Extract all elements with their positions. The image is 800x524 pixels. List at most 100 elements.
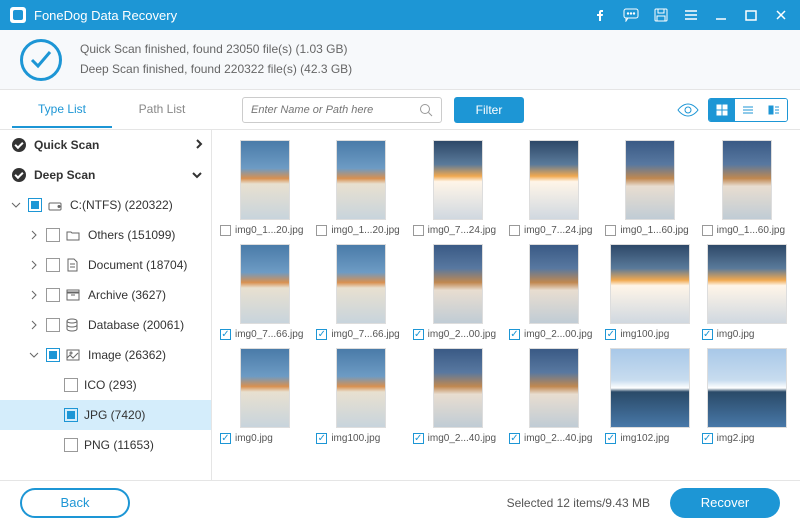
- thumbnail-image[interactable]: [707, 348, 787, 428]
- thumbnail-item[interactable]: img100.jpg: [316, 348, 406, 444]
- thumbnail-item[interactable]: img0_1...20.jpg: [316, 140, 406, 236]
- tree-archive[interactable]: Archive (3627): [0, 280, 211, 310]
- tree-png[interactable]: PNG (11653): [0, 430, 211, 460]
- grid-view-icon[interactable]: [709, 99, 735, 121]
- feedback-icon[interactable]: [622, 6, 640, 24]
- recover-button[interactable]: Recover: [670, 488, 780, 518]
- thumbnail-item[interactable]: img0_1...60.jpg: [702, 140, 792, 236]
- thumbnail-checkbox[interactable]: [413, 225, 424, 236]
- thumbnail-checkbox[interactable]: [316, 225, 327, 236]
- tree-database[interactable]: Database (20061): [0, 310, 211, 340]
- thumbnail-image[interactable]: [433, 140, 483, 220]
- thumbnail-checkbox[interactable]: [702, 329, 713, 340]
- tree-others[interactable]: Others (151099): [0, 220, 211, 250]
- thumbnail-checkbox[interactable]: [509, 433, 520, 444]
- checkbox-icon[interactable]: [46, 318, 60, 332]
- tree-image[interactable]: Image (26362): [0, 340, 211, 370]
- thumbnail-image[interactable]: [336, 140, 386, 220]
- thumbnail-image[interactable]: [336, 244, 386, 324]
- facebook-icon[interactable]: [592, 6, 610, 24]
- search-input[interactable]: [251, 104, 419, 116]
- thumbnail-checkbox[interactable]: [220, 225, 231, 236]
- thumbnail-item[interactable]: img0_1...20.jpg: [220, 140, 310, 236]
- chevron-right-icon: [195, 138, 203, 153]
- thumbnail-image[interactable]: [433, 244, 483, 324]
- thumbnail-image[interactable]: [529, 140, 579, 220]
- tab-type-list[interactable]: Type List: [12, 92, 112, 128]
- thumbnail-item[interactable]: img0_1...60.jpg: [605, 140, 695, 236]
- thumbnail-checkbox[interactable]: [702, 225, 713, 236]
- thumbnail-item[interactable]: img0.jpg: [702, 244, 792, 340]
- toolbar: Type List Path List Filter: [0, 90, 800, 130]
- thumbnail-filename: img0.jpg: [717, 329, 755, 340]
- minimize-icon[interactable]: [712, 6, 730, 24]
- tree-drive[interactable]: C:(NTFS) (220322): [0, 190, 211, 220]
- list-view-icon[interactable]: [735, 99, 761, 121]
- tree-quick-scan[interactable]: Quick Scan: [0, 130, 211, 160]
- save-icon[interactable]: [652, 6, 670, 24]
- back-button[interactable]: Back: [20, 488, 130, 518]
- thumbnail-item[interactable]: img0_2...40.jpg: [509, 348, 599, 444]
- preview-toggle-icon[interactable]: [674, 98, 702, 122]
- thumbnail-image[interactable]: [336, 348, 386, 428]
- thumbnail-checkbox[interactable]: [220, 433, 231, 444]
- thumbnail-image[interactable]: [610, 348, 690, 428]
- checkbox-icon[interactable]: [64, 438, 78, 452]
- tree-sidebar: Quick Scan Deep Scan C:(NTFS) (220322) O…: [0, 130, 212, 480]
- thumbnail-image[interactable]: [529, 244, 579, 324]
- thumbnail-item[interactable]: img0_2...00.jpg: [413, 244, 503, 340]
- detail-view-icon[interactable]: [761, 99, 787, 121]
- tree-ico[interactable]: ICO (293): [0, 370, 211, 400]
- checkbox-icon[interactable]: [46, 228, 60, 242]
- thumbnail-filename: img102.jpg: [620, 433, 669, 444]
- thumbnail-item[interactable]: img0_2...00.jpg: [509, 244, 599, 340]
- checkbox-icon[interactable]: [64, 408, 78, 422]
- thumbnail-image[interactable]: [707, 244, 787, 324]
- thumbnail-checkbox[interactable]: [316, 433, 327, 444]
- thumbnail-image[interactable]: [610, 244, 690, 324]
- maximize-icon[interactable]: [742, 6, 760, 24]
- thumbnail-item[interactable]: img2.jpg: [702, 348, 792, 444]
- thumbnail-image[interactable]: [240, 244, 290, 324]
- thumbnail-checkbox[interactable]: [413, 329, 424, 340]
- thumbnail-checkbox[interactable]: [316, 329, 327, 340]
- thumbnail-image[interactable]: [529, 348, 579, 428]
- thumbnail-item[interactable]: img0_7...24.jpg: [509, 140, 599, 236]
- tree-document[interactable]: Document (18704): [0, 250, 211, 280]
- thumbnail-image[interactable]: [240, 348, 290, 428]
- tree-deep-scan[interactable]: Deep Scan: [0, 160, 211, 190]
- tree-jpg[interactable]: JPG (7420): [0, 400, 211, 430]
- thumbnail-item[interactable]: img100.jpg: [605, 244, 695, 340]
- thumbnail-image[interactable]: [722, 140, 772, 220]
- thumbnail-image[interactable]: [625, 140, 675, 220]
- thumbnail-item[interactable]: img0_7...66.jpg: [316, 244, 406, 340]
- thumbnail-item[interactable]: img0.jpg: [220, 348, 310, 444]
- thumbnail-image[interactable]: [433, 348, 483, 428]
- search-box[interactable]: [242, 97, 442, 123]
- menu-icon[interactable]: [682, 6, 700, 24]
- thumbnail-checkbox[interactable]: [605, 225, 616, 236]
- thumbnail-checkbox[interactable]: [605, 433, 616, 444]
- checkbox-icon[interactable]: [28, 198, 42, 212]
- checkbox-icon[interactable]: [64, 378, 78, 392]
- checkbox-icon[interactable]: [46, 348, 60, 362]
- thumbnail-item[interactable]: img102.jpg: [605, 348, 695, 444]
- chevron-right-icon: [28, 320, 40, 330]
- thumbnail-item[interactable]: img0_7...24.jpg: [413, 140, 503, 236]
- thumbnail-checkbox[interactable]: [702, 433, 713, 444]
- thumbnail-checkbox[interactable]: [509, 225, 520, 236]
- checkbox-icon[interactable]: [46, 288, 60, 302]
- database-icon: [66, 318, 82, 332]
- thumbnail-image[interactable]: [240, 140, 290, 220]
- thumbnail-checkbox[interactable]: [413, 433, 424, 444]
- search-icon: [419, 103, 433, 117]
- checkbox-icon[interactable]: [46, 258, 60, 272]
- thumbnail-item[interactable]: img0_7...66.jpg: [220, 244, 310, 340]
- thumbnail-checkbox[interactable]: [509, 329, 520, 340]
- tab-path-list[interactable]: Path List: [112, 92, 212, 128]
- close-icon[interactable]: [772, 6, 790, 24]
- thumbnail-checkbox[interactable]: [220, 329, 231, 340]
- filter-button[interactable]: Filter: [454, 97, 524, 123]
- thumbnail-checkbox[interactable]: [605, 329, 616, 340]
- thumbnail-item[interactable]: img0_2...40.jpg: [413, 348, 503, 444]
